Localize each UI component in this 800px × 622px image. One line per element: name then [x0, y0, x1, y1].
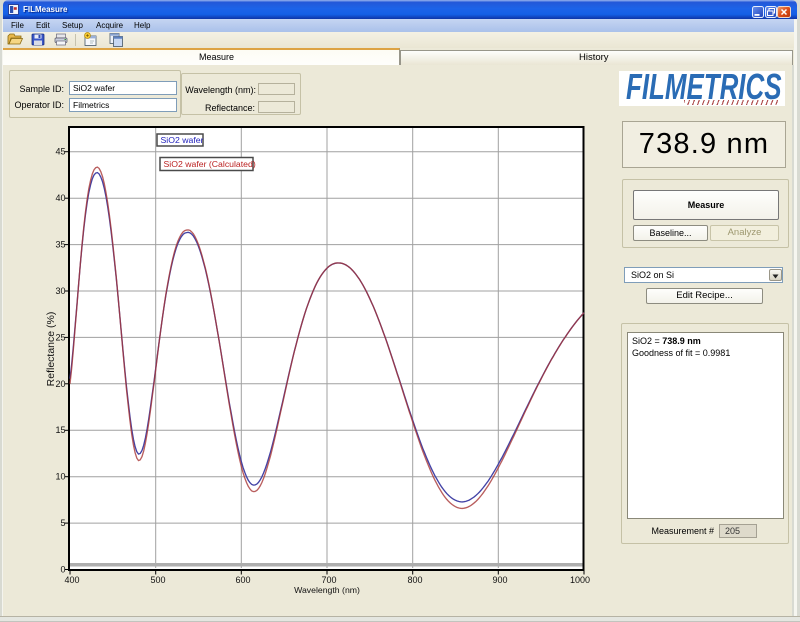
- svg-text:600: 600: [235, 575, 250, 585]
- svg-text:35: 35: [55, 240, 65, 250]
- svg-text:Wavelength (nm): Wavelength (nm): [294, 585, 360, 595]
- svg-text:15: 15: [55, 425, 65, 435]
- svg-text:Reflectance (%): Reflectance (%): [45, 312, 57, 387]
- svg-text:400: 400: [64, 575, 79, 585]
- svg-text:500: 500: [150, 575, 165, 585]
- svg-text:40: 40: [55, 193, 65, 203]
- svg-text:SiO2 wafer: SiO2 wafer: [161, 135, 204, 145]
- svg-text:800: 800: [407, 575, 422, 585]
- svg-text:900: 900: [492, 575, 507, 585]
- svg-text:700: 700: [321, 575, 336, 585]
- svg-text:0: 0: [60, 565, 65, 575]
- svg-text:5: 5: [60, 518, 65, 528]
- svg-text:45: 45: [55, 147, 65, 157]
- svg-text:30: 30: [55, 286, 65, 296]
- svg-text:1000: 1000: [570, 575, 590, 585]
- svg-text:SiO2 wafer (Calculated): SiO2 wafer (Calculated): [164, 159, 256, 169]
- svg-text:10: 10: [55, 472, 65, 482]
